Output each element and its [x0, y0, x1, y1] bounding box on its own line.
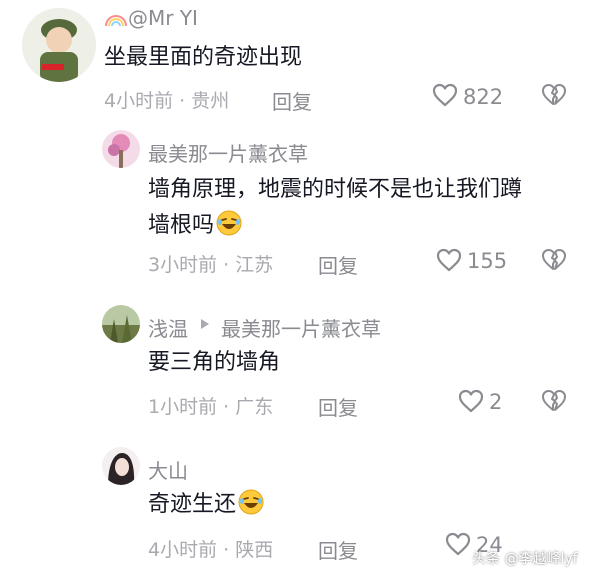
broken-heart-icon[interactable] [541, 83, 567, 107]
avatar[interactable] [102, 305, 140, 343]
reply-button[interactable]: 回复 [318, 535, 358, 564]
avatar[interactable] [22, 8, 96, 82]
broken-heart-icon[interactable] [541, 248, 567, 272]
comment-time: 1小时前 [148, 396, 218, 418]
comment-text-line: 墙角原理，地震的时候不是也让我们蹲 [148, 177, 523, 202]
comment-text: 要三角的墙角 [148, 350, 281, 375]
comment-text: 坐最里面的奇迹出现 [104, 45, 303, 70]
comment-meta: 1小时前 · 广东 [148, 392, 273, 419]
like-count: 155 [467, 249, 508, 273]
laughing-emoji-icon [216, 210, 242, 248]
comment-meta: 4小时前 · 贵州 [104, 86, 229, 113]
comment-location: 贵州 [191, 90, 230, 112]
comment-username[interactable]: 最美那一片薰衣草 [148, 138, 308, 167]
reply-button[interactable]: 回复 [272, 86, 312, 115]
comment-text: 奇迹生还 [148, 487, 264, 527]
reply-to-username[interactable]: 最美那一片薰衣草 [221, 313, 381, 342]
meta-separator: · [223, 254, 230, 276]
heart-icon[interactable] [436, 248, 462, 272]
comment-text: 墙角原理，地震的时候不是也让我们蹲 墙根吗 [148, 172, 588, 248]
comment-username[interactable]: 大山 [148, 455, 188, 484]
meta-separator: · [223, 539, 230, 561]
avatar[interactable] [102, 130, 140, 168]
heart-icon[interactable] [432, 83, 458, 107]
play-triangle-icon [200, 318, 210, 330]
comment-text-segment: 墙根吗 [148, 213, 215, 238]
comment-location: 广东 [235, 396, 274, 418]
comment-location: 陕西 [235, 539, 274, 561]
avatar[interactable] [102, 447, 140, 485]
reply-button[interactable]: 回复 [318, 250, 358, 279]
rainbow-icon [104, 9, 128, 27]
comment-time: 4小时前 [104, 90, 174, 112]
meta-separator: · [223, 396, 230, 418]
comment-time: 3小时前 [148, 254, 218, 276]
heart-icon[interactable] [445, 532, 471, 556]
broken-heart-icon[interactable] [541, 389, 567, 413]
comment-text-segment: 奇迹生还 [148, 492, 237, 517]
comment-meta: 4小时前 · 陕西 [148, 535, 273, 562]
like-count: 822 [463, 85, 504, 109]
heart-icon[interactable] [458, 389, 484, 413]
comment-meta: 3小时前 · 江苏 [148, 250, 273, 277]
comment-location: 江苏 [235, 254, 274, 276]
meta-separator: · [179, 90, 186, 112]
watermark: 头条 @李越峰lyf [472, 551, 578, 567]
comment-text-line: 墙根吗 [148, 208, 588, 248]
like-count: 2 [489, 390, 503, 414]
reply-button[interactable]: 回复 [318, 392, 358, 421]
comment-time: 4小时前 [148, 539, 218, 561]
laughing-emoji-icon [238, 489, 264, 527]
comment-username[interactable]: 浅温 [148, 313, 188, 342]
comment-username[interactable]: @Mr YI [128, 6, 198, 30]
